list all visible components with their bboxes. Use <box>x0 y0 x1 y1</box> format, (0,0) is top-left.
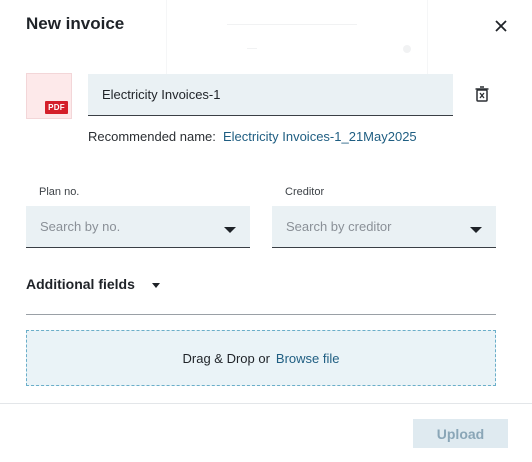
creditor-select[interactable]: Search by creditor <box>272 206 496 248</box>
close-icon[interactable] <box>492 17 510 35</box>
dropzone-text: Drag & Drop or <box>182 350 270 366</box>
dialog-title: New invoice <box>26 14 125 33</box>
creditor-placeholder: Search by creditor <box>286 219 392 234</box>
creditor-label: Creditor <box>285 186 325 198</box>
file-name-value: Electricity Invoices-1 <box>102 87 221 102</box>
pdf-file-thumbnail: PDF <box>26 73 72 119</box>
footer-divider <box>0 403 532 404</box>
recommended-name-label: Recommended name: <box>88 129 216 144</box>
file-dropzone[interactable]: Drag & Drop or Browse file <box>26 330 496 386</box>
section-divider <box>26 314 496 315</box>
recommended-name-link[interactable]: Electricity Invoices-1_21May2025 <box>223 129 417 144</box>
delete-file-icon[interactable] <box>473 85 491 103</box>
upload-button[interactable]: Upload <box>413 419 508 448</box>
file-name-input[interactable]: Electricity Invoices-1 <box>88 74 453 116</box>
chevron-down-icon <box>470 227 482 233</box>
pdf-badge: PDF <box>45 101 68 114</box>
browse-file-link[interactable]: Browse file <box>276 351 340 366</box>
plan-no-label: Plan no. <box>39 186 80 198</box>
chevron-down-icon <box>224 227 236 233</box>
plan-no-select[interactable]: Search by no. <box>26 206 250 248</box>
additional-fields-toggle[interactable]: Additional fields <box>26 276 135 292</box>
plan-no-placeholder: Search by no. <box>40 219 121 234</box>
caret-down-icon[interactable] <box>152 283 160 288</box>
